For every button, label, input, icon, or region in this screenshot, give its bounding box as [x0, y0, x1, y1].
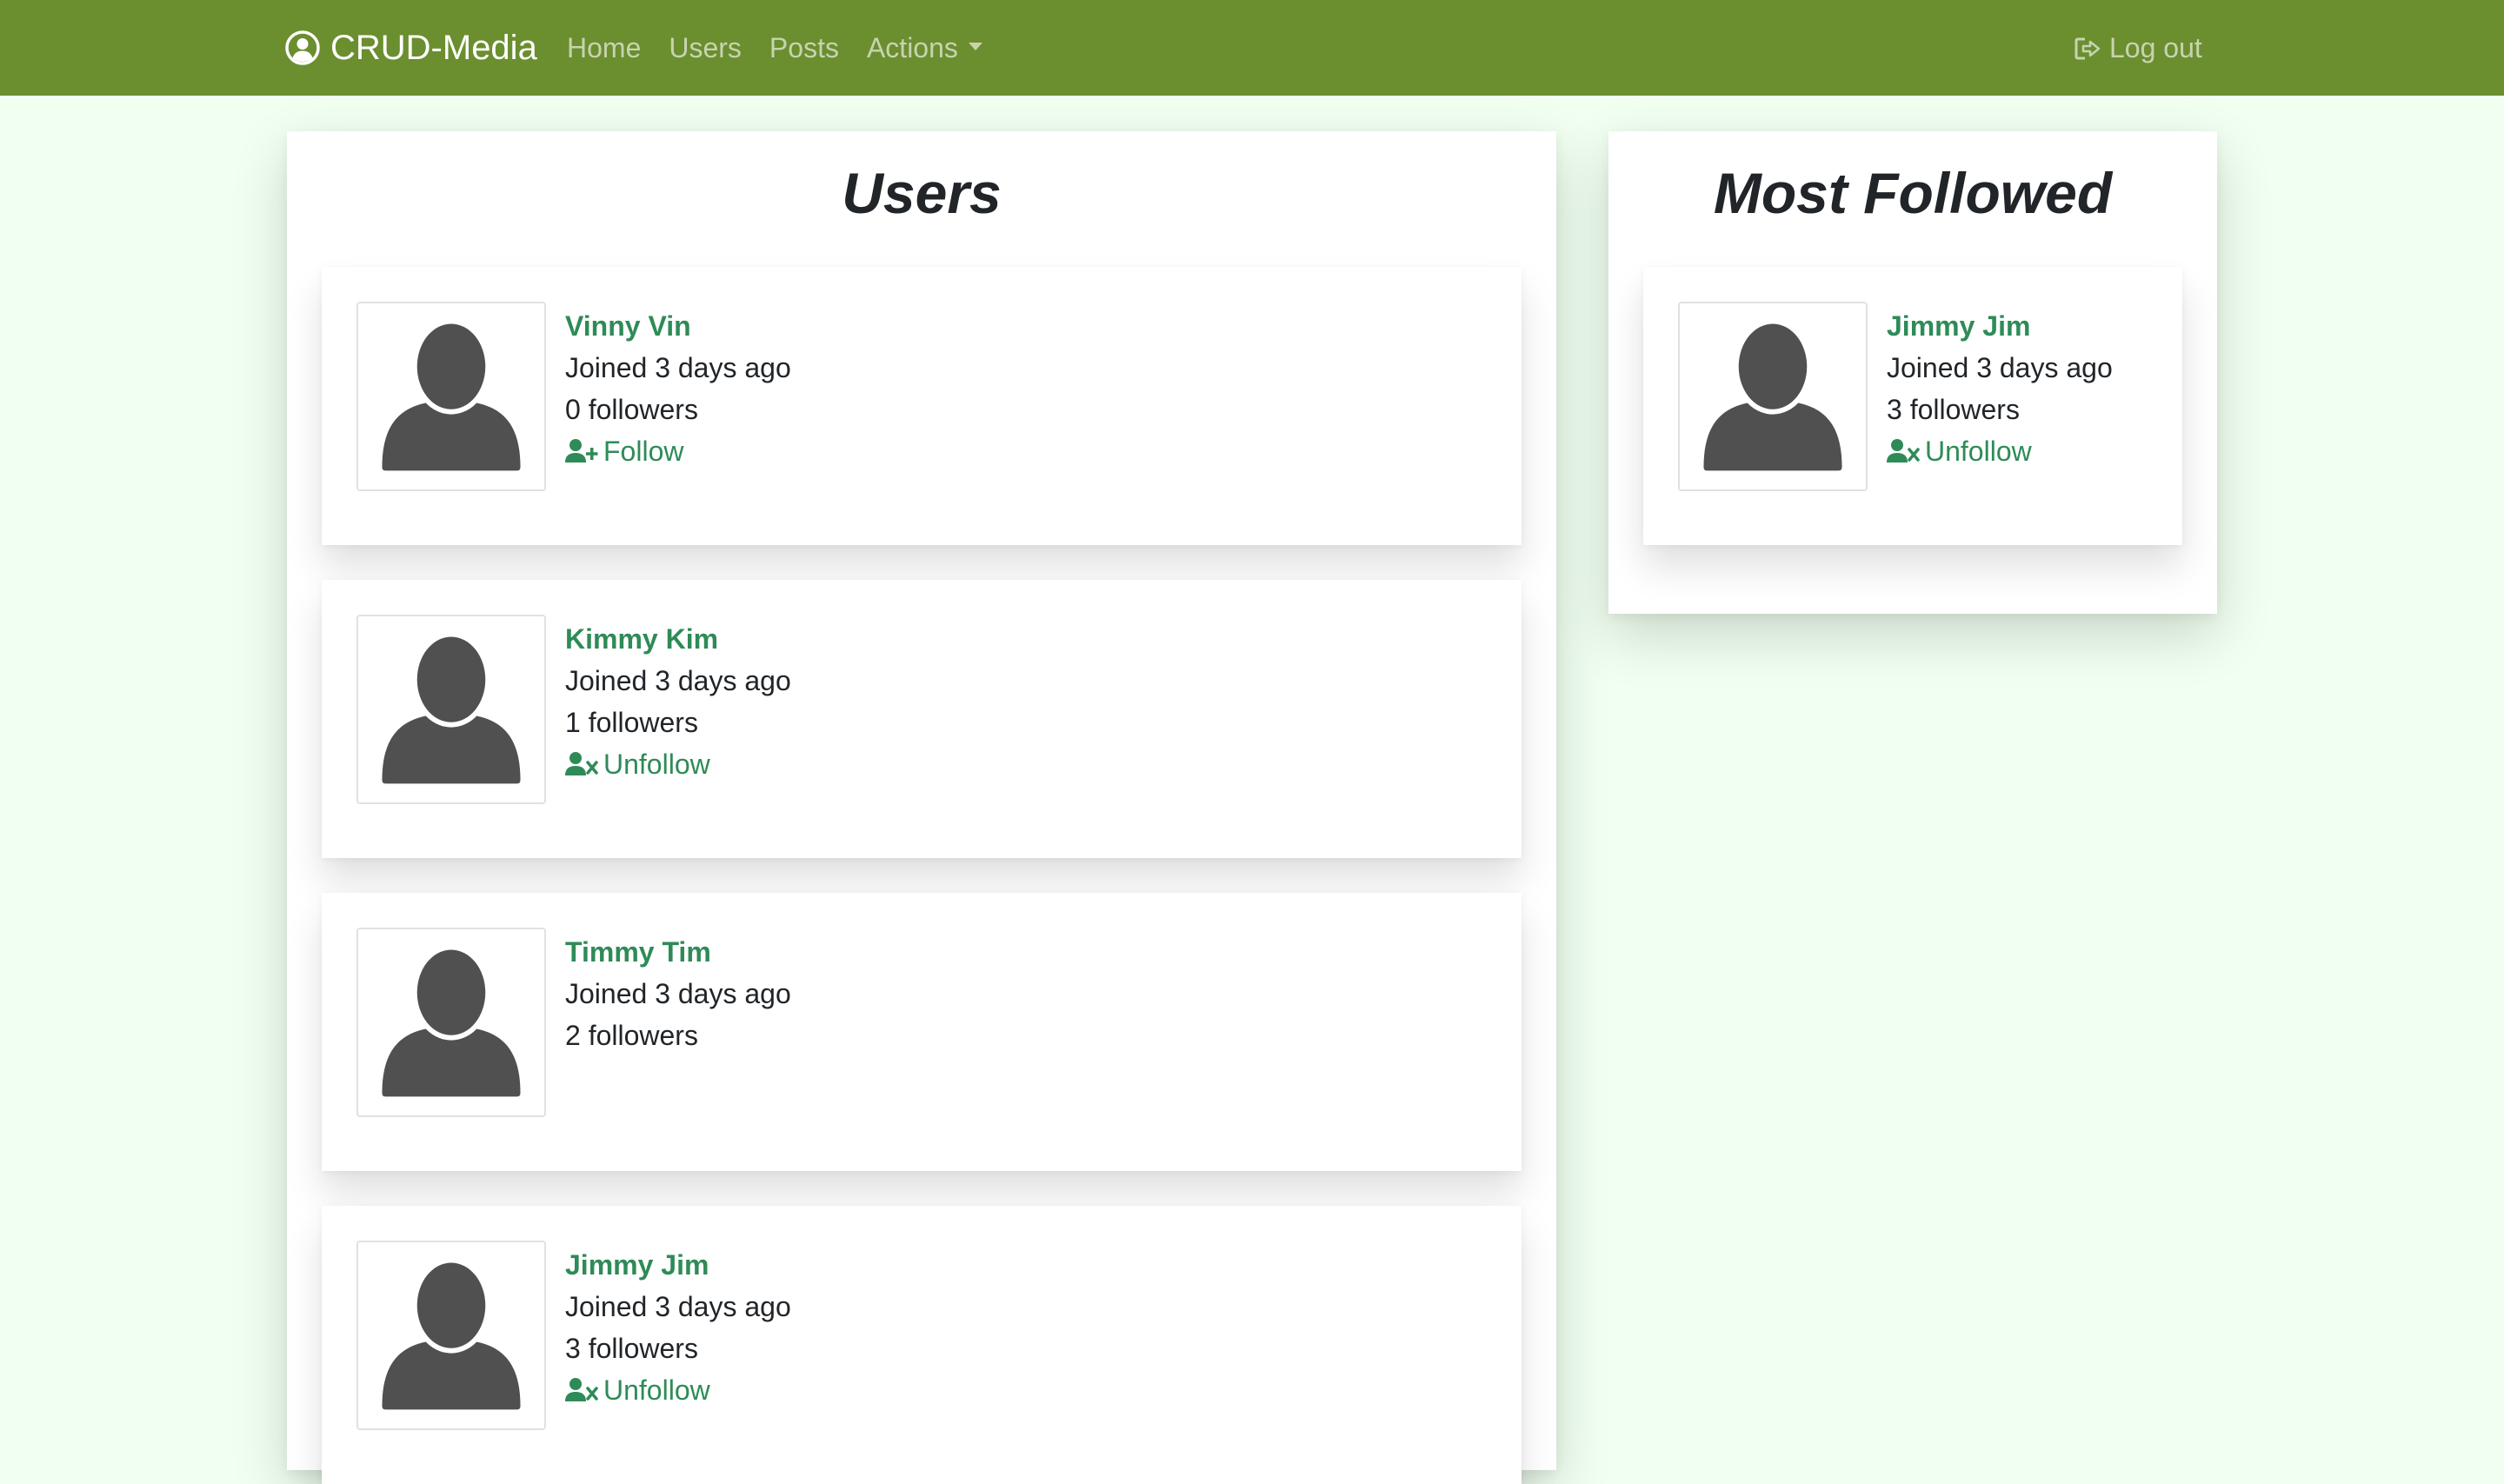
user-followers: 3 followers	[565, 1333, 698, 1364]
avatar	[356, 302, 546, 491]
caret-down-icon	[968, 42, 982, 50]
user-followers: 1 followers	[565, 707, 698, 738]
user-card: Vinny Vin Joined 3 days ago 0 followers …	[322, 267, 1522, 545]
unfollow-label: Unfollow	[1925, 436, 2032, 467]
default-avatar-icon	[1703, 318, 1842, 471]
user-info: Jimmy Jim Joined 3 days ago 3 followers …	[1887, 305, 2113, 472]
user-circle-icon	[285, 30, 320, 65]
sign-out-icon	[2074, 36, 2101, 60]
user-joined: Joined 3 days ago	[565, 1291, 791, 1322]
nav-link-users[interactable]: Users	[669, 32, 742, 64]
user-card: Kimmy Kim Joined 3 days ago 1 followers …	[322, 580, 1522, 858]
unfollow-button[interactable]: Unfollow	[565, 1369, 791, 1411]
avatar	[1678, 302, 1868, 491]
user-plus-icon	[565, 439, 598, 463]
user-followers: 3 followers	[1887, 394, 2020, 425]
user-joined: Joined 3 days ago	[1887, 352, 2113, 383]
default-avatar-icon	[382, 631, 521, 784]
user-followers: 0 followers	[565, 394, 698, 425]
unfollow-label: Unfollow	[603, 1374, 710, 1406]
avatar	[356, 1241, 546, 1430]
unfollow-button[interactable]: Unfollow	[565, 743, 791, 785]
most-followed-panel: Most Followed Jimmy Jim Joined 3 days ag…	[1608, 131, 2217, 614]
user-info: Kimmy Kim Joined 3 days ago 1 followers …	[565, 618, 791, 785]
user-info: Timmy Tim Joined 3 days ago 2 followers	[565, 931, 791, 1056]
user-xmark-icon	[1887, 439, 1920, 463]
user-joined: Joined 3 days ago	[565, 665, 791, 696]
follow-label: Follow	[603, 436, 684, 467]
user-xmark-icon	[565, 1378, 598, 1401]
navbar: CRUD-Media Home Users Posts Actions Log …	[0, 0, 2504, 96]
user-card: Jimmy Jim Joined 3 days ago 3 followers …	[322, 1206, 1522, 1484]
user-info: Vinny Vin Joined 3 days ago 0 followers …	[565, 305, 791, 472]
most-followed-title: Most Followed	[1713, 161, 2113, 225]
user-name-link[interactable]: Timmy Tim	[565, 931, 791, 973]
avatar	[356, 615, 546, 804]
user-followers: 2 followers	[565, 1020, 698, 1051]
actions-dropdown-toggle[interactable]: Actions	[867, 32, 982, 64]
user-name-link[interactable]: Jimmy Jim	[565, 1244, 791, 1286]
brand-link[interactable]: CRUD-Media	[285, 24, 537, 71]
users-panel-title: Users	[842, 161, 1002, 225]
user-joined: Joined 3 days ago	[565, 978, 791, 1009]
actions-dropdown-label: Actions	[866, 31, 958, 63]
nav-links: Home Users Posts Actions	[567, 24, 1010, 71]
user-xmark-icon	[565, 752, 598, 775]
brand-name: CRUD-Media	[330, 28, 537, 67]
logout-link[interactable]: Log out	[2074, 24, 2202, 71]
user-card: Timmy Tim Joined 3 days ago 2 followers	[322, 893, 1522, 1171]
user-joined: Joined 3 days ago	[565, 352, 791, 383]
user-info: Jimmy Jim Joined 3 days ago 3 followers …	[565, 1244, 791, 1411]
logout-label: Log out	[2109, 31, 2202, 63]
nav-link-posts[interactable]: Posts	[769, 32, 839, 64]
user-name-link[interactable]: Kimmy Kim	[565, 618, 791, 660]
users-panel: Users Vinny Vin Joined 3 days ago 0 foll…	[287, 131, 1556, 1484]
user-name-link[interactable]: Vinny Vin	[565, 305, 791, 347]
nav-link-home[interactable]: Home	[567, 32, 641, 64]
default-avatar-icon	[382, 944, 521, 1097]
unfollow-label: Unfollow	[603, 749, 710, 780]
unfollow-button[interactable]: Unfollow	[1887, 430, 2113, 472]
user-card: Jimmy Jim Joined 3 days ago 3 followers …	[1643, 267, 2182, 545]
user-name-link[interactable]: Jimmy Jim	[1887, 305, 2113, 347]
default-avatar-icon	[382, 318, 521, 471]
default-avatar-icon	[382, 1257, 521, 1410]
avatar	[356, 928, 546, 1117]
follow-button[interactable]: Follow	[565, 430, 791, 472]
